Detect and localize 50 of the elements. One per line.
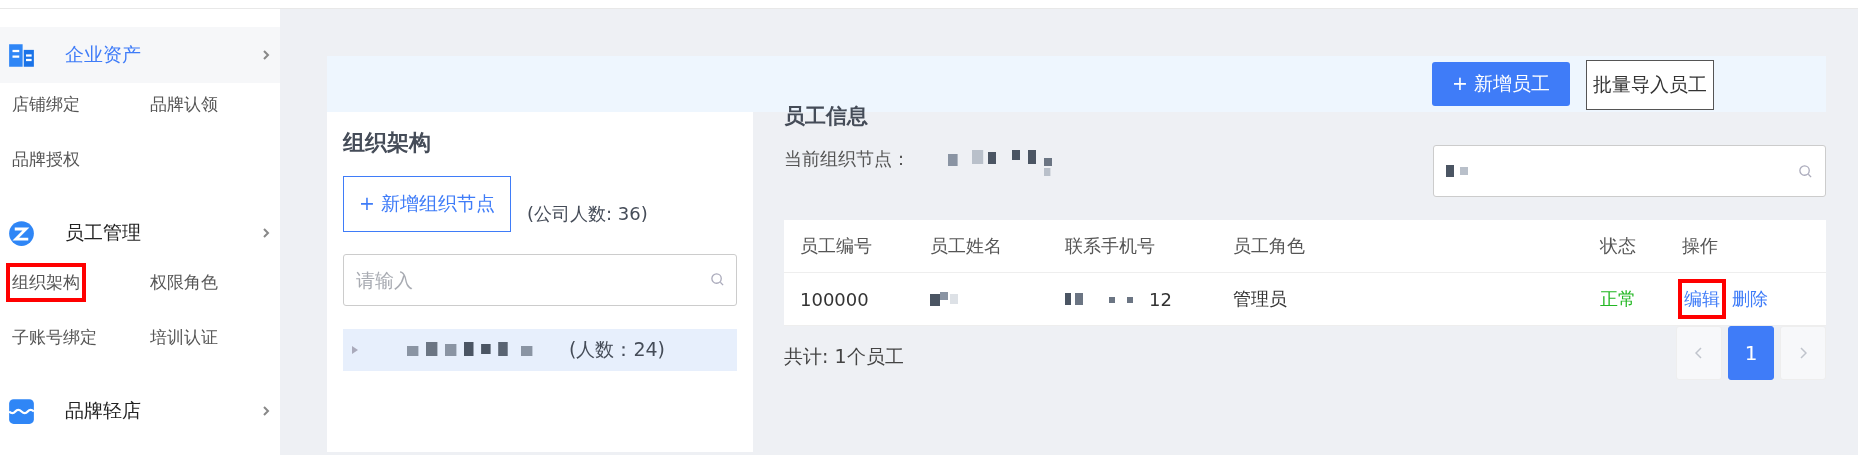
menu-group-header[interactable]: 员工管理 <box>0 205 280 261</box>
toolbar-button[interactable]: 批量导入员工 <box>1586 60 1714 110</box>
menu-group-title: 企业资产 <box>65 42 142 67</box>
column-header: 员工角色 <box>1232 234 1306 258</box>
column-header: 员工编号 <box>799 234 873 258</box>
status-text: 正常 <box>1599 287 1637 311</box>
column-header: 状态 <box>1599 234 1637 258</box>
building-icon <box>8 41 35 69</box>
chevron-right-icon <box>262 49 270 61</box>
current-node-label: 当前组织节点： <box>784 147 910 171</box>
shop-icon <box>8 397 35 425</box>
menu-group-title: 员工管理 <box>65 220 142 245</box>
column-header: 联系手机号 <box>1064 234 1156 258</box>
chevron-right-icon <box>262 227 270 239</box>
panel-title: 员工信息 <box>784 103 869 130</box>
prev-page-button[interactable] <box>1676 326 1722 380</box>
page-button[interactable]: 1 <box>1728 326 1774 380</box>
chevron-right-icon <box>1799 347 1807 359</box>
column-header: 操作 <box>1681 234 1719 258</box>
submenu-item[interactable]: 子账号绑定 <box>10 322 99 353</box>
search-field[interactable]: 请输入 <box>343 254 737 306</box>
table-cell: 12 <box>1149 288 1172 310</box>
node-count: (人数：24) <box>569 337 665 362</box>
chevron-right-icon <box>262 405 270 417</box>
submenu-item[interactable]: 品牌授权 <box>10 144 82 175</box>
table-cell-text: 管理员 <box>1232 287 1288 311</box>
toolbar-button[interactable]: + 新增员工 <box>1432 62 1570 106</box>
next-page-button[interactable] <box>1780 326 1826 380</box>
z-logo-icon <box>8 219 35 247</box>
column-header: 员工姓名 <box>929 234 1003 258</box>
tree-node[interactable]: (人数：24) <box>343 329 737 371</box>
caret-icon <box>351 345 359 355</box>
redacted-text-drawing <box>930 289 960 306</box>
search-icon <box>1798 163 1813 179</box>
search-field[interactable] <box>1433 145 1826 197</box>
submenu-item[interactable]: 品牌认领 <box>148 89 220 120</box>
submenu-item[interactable]: 培训认证 <box>148 322 220 353</box>
company-count: (公司人数: 36) <box>526 202 648 226</box>
search-icon <box>710 272 725 287</box>
add-node-button[interactable]: + 新增组织节点 <box>343 176 511 232</box>
menu-group-header[interactable]: 企业资产 <box>0 27 280 83</box>
chevron-left-icon <box>1695 347 1703 359</box>
submenu-item[interactable]: 权限角色 <box>148 267 220 298</box>
total-count: 共计: 1个员工 <box>784 344 904 369</box>
menu-group-title: 品牌轻店 <box>65 398 142 423</box>
action-link[interactable]: 删除 <box>1730 283 1770 315</box>
table-cell-text: 100000 <box>799 288 870 310</box>
panel-title: 组织架构 <box>343 129 432 157</box>
menu-group-header[interactable]: 品牌轻店 <box>0 383 280 439</box>
submenu-item[interactable]: 店铺绑定 <box>10 89 82 120</box>
